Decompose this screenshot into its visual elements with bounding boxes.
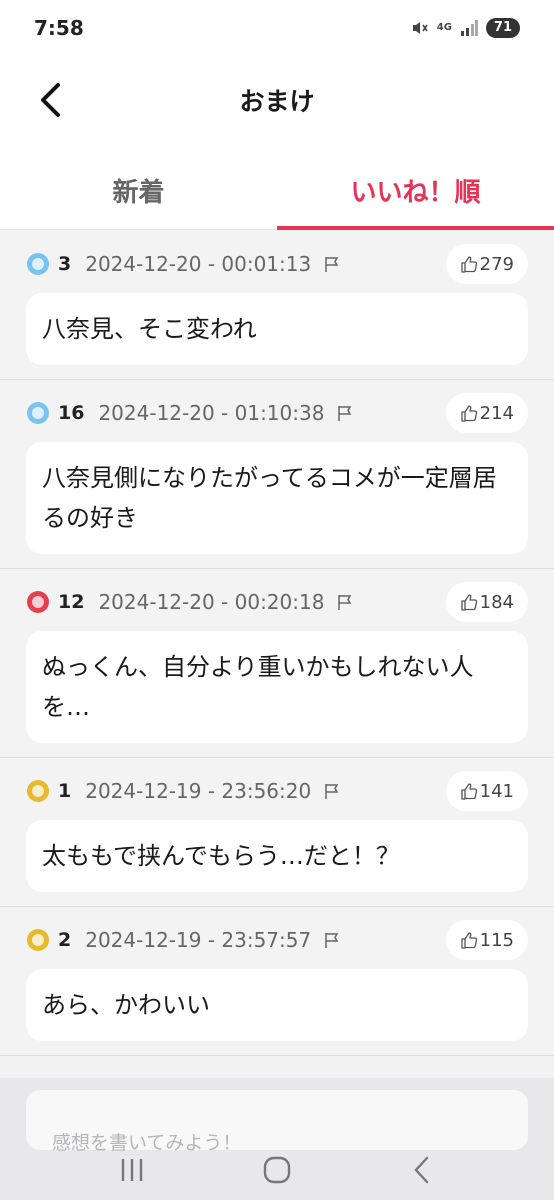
comment-item[interactable]: 3 2024-12-20 - 00:01:13 279 八奈見、そこ変われ xyxy=(0,231,554,380)
comment-text: 太ももで挟んでもらう…だと！？ xyxy=(26,820,528,892)
comment-meta: 12 2024-12-20 - 00:20:18 184 xyxy=(26,582,528,622)
comment-item[interactable]: 12 2024-12-20 - 00:20:18 184 ぬっくん、自分より重い… xyxy=(0,569,554,758)
thumbs-up-icon xyxy=(460,594,477,611)
comment-meta: 2 2024-12-19 - 23:57:57 115 xyxy=(26,920,528,960)
flag-icon[interactable] xyxy=(323,782,341,800)
like-button[interactable]: 115 xyxy=(445,920,528,960)
flag-icon[interactable] xyxy=(336,404,354,422)
comment-date: 2024-12-19 - 23:56:20 xyxy=(85,779,312,803)
like-button[interactable]: 141 xyxy=(445,771,528,811)
comment-date: 2024-12-20 - 00:20:18 xyxy=(98,590,325,614)
comment-text: 八奈見、そこ変われ xyxy=(26,293,528,365)
like-count: 279 xyxy=(479,253,514,275)
thumbs-up-icon xyxy=(460,932,477,949)
comment-meta: 1 2024-12-19 - 23:56:20 141 xyxy=(26,771,528,811)
recent-apps-icon xyxy=(122,1159,143,1181)
thumbs-up-icon xyxy=(460,405,477,422)
flag-icon[interactable] xyxy=(323,931,341,949)
comment-date: 2024-12-20 - 01:10:38 xyxy=(98,401,325,425)
comment-item[interactable]: 2 2024-12-19 - 23:57:57 115 あら、かわいい xyxy=(0,907,554,1056)
status-time: 7:58 xyxy=(34,16,84,40)
comment-text: あら、かわいい xyxy=(26,969,528,1041)
like-count: 141 xyxy=(479,780,514,802)
like-count: 214 xyxy=(479,402,514,424)
tab-newest[interactable]: 新着 xyxy=(0,152,277,229)
like-button[interactable]: 279 xyxy=(445,244,528,284)
comment-meta: 3 2024-12-20 - 00:01:13 279 xyxy=(26,244,528,284)
thumbs-up-icon xyxy=(460,783,477,800)
thumbs-up-icon xyxy=(460,256,477,273)
like-button[interactable]: 214 xyxy=(445,393,528,433)
rank-badge-icon xyxy=(26,590,50,614)
rank-number: 12 xyxy=(58,591,85,613)
battery-level: 71 xyxy=(485,18,520,38)
page-title: おまけ xyxy=(239,87,315,116)
comment-item[interactable]: 16 2024-12-20 - 01:10:38 214 八奈見側になりたがって… xyxy=(0,380,554,569)
like-count: 115 xyxy=(479,929,514,951)
back-nav-button[interactable] xyxy=(397,1150,447,1190)
comment-item[interactable]: 1 2024-12-19 - 23:56:20 141 太ももで挟んでもらう…だ… xyxy=(0,758,554,907)
status-bar: 7:58 4G 71 xyxy=(0,0,554,56)
comment-date: 2024-12-20 - 00:01:13 xyxy=(85,252,312,276)
rank-number: 3 xyxy=(58,253,72,275)
rank-number: 16 xyxy=(58,402,85,424)
comment-meta: 16 2024-12-20 - 01:10:38 214 xyxy=(26,393,528,433)
rank-badge-icon xyxy=(26,401,50,425)
flag-icon[interactable] xyxy=(336,593,354,611)
rank-number: 1 xyxy=(58,780,72,802)
network-type: 4G xyxy=(436,22,452,33)
back-nav-icon xyxy=(414,1156,428,1184)
home-button[interactable] xyxy=(252,1150,302,1190)
tab-by-likes[interactable]: いいね！順 xyxy=(277,152,554,230)
comment-date: 2024-12-19 - 23:57:57 xyxy=(85,928,312,952)
app-header: おまけ xyxy=(0,56,554,152)
signal-icon xyxy=(460,20,478,36)
tab-bar: 新着 いいね！順 xyxy=(0,152,554,230)
rank-badge-icon xyxy=(26,779,50,803)
like-count: 184 xyxy=(479,591,514,613)
mute-icon xyxy=(412,22,428,34)
status-icons: 4G 71 xyxy=(411,18,520,38)
comment-text: ぬっくん、自分より重いかもしれない人を… xyxy=(26,631,528,743)
rank-number: 2 xyxy=(58,929,72,951)
like-button[interactable]: 184 xyxy=(445,582,528,622)
comment-list: 3 2024-12-20 - 00:01:13 279 八奈見、そこ変われ 16 xyxy=(0,231,554,1056)
system-nav-bar xyxy=(0,1140,554,1200)
recent-apps-button[interactable] xyxy=(107,1150,157,1190)
comment-text: 八奈見側になりたがってるコメが一定層居るの好き xyxy=(26,442,528,554)
flag-icon[interactable] xyxy=(323,255,341,273)
home-icon xyxy=(263,1156,291,1184)
rank-badge-icon xyxy=(26,928,50,952)
rank-badge-icon xyxy=(26,252,50,276)
